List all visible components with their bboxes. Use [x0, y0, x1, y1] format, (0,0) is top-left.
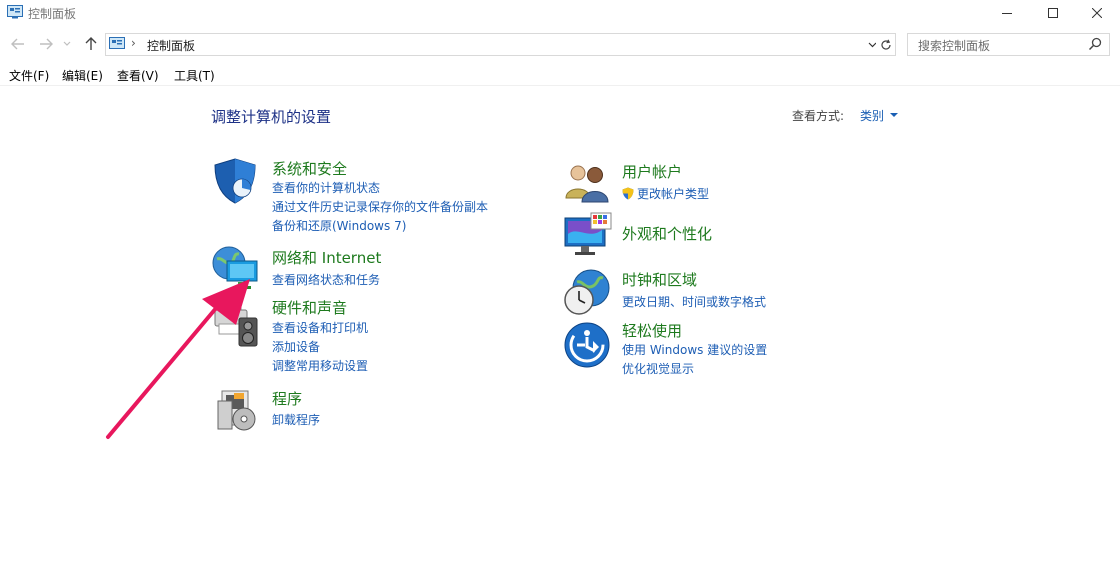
menu-edit[interactable]: 编辑(E): [62, 67, 103, 84]
category-clock-region[interactable]: 时钟和区域: [622, 269, 697, 290]
category-system-security[interactable]: 系统和安全: [272, 158, 347, 179]
close-button[interactable]: [1074, 0, 1120, 26]
arrow-right-icon: [40, 38, 53, 50]
control-panel-icon: [109, 37, 125, 54]
shield-icon[interactable]: [211, 157, 259, 205]
ease-of-access-icon[interactable]: [563, 321, 611, 369]
view-by-label: 查看方式:: [792, 109, 845, 123]
annotation-arrow: [106, 279, 250, 439]
recent-locations-button[interactable]: [60, 34, 74, 54]
link-change-date-time-format[interactable]: 更改日期、时间或数字格式: [622, 293, 766, 310]
maximize-button[interactable]: [1030, 0, 1076, 26]
category-programs[interactable]: 程序: [272, 388, 302, 409]
arrow-up-icon: [85, 37, 97, 50]
link-file-history[interactable]: 通过文件历史记录保存你的文件备份副本: [272, 198, 488, 215]
menu-tools[interactable]: 工具(T): [174, 67, 215, 84]
view-by-dropdown[interactable]: 类别: [860, 107, 884, 124]
clock-globe-icon[interactable]: [563, 268, 611, 316]
link-mobility-settings[interactable]: 调整常用移动设置: [272, 357, 368, 374]
link-optimize-visual-display[interactable]: 优化视觉显示: [622, 360, 694, 377]
uac-shield-icon: [622, 187, 634, 200]
search-icon[interactable]: [1088, 37, 1102, 54]
up-button[interactable]: [81, 34, 101, 54]
refresh-icon: [880, 39, 891, 50]
link-change-account-type-label: 更改帐户类型: [637, 187, 710, 201]
link-change-account-type[interactable]: 更改帐户类型: [622, 185, 709, 202]
category-hardware-sound[interactable]: 硬件和声音: [272, 297, 347, 318]
back-button[interactable]: [8, 34, 28, 54]
link-uninstall-program[interactable]: 卸载程序: [272, 411, 320, 428]
breadcrumb-control-panel[interactable]: 控制面板: [147, 37, 195, 54]
appearance-monitor-icon[interactable]: [563, 212, 612, 260]
window-title: 控制面板: [28, 7, 77, 21]
page-title: 调整计算机的设置: [211, 108, 332, 126]
caret-down-icon[interactable]: [890, 113, 898, 117]
link-network-status[interactable]: 查看网络状态和任务: [272, 271, 380, 288]
forward-button[interactable]: [36, 34, 56, 54]
category-user-accounts[interactable]: 用户帐户: [622, 161, 682, 182]
breadcrumb-separator: ›: [131, 36, 136, 50]
address-bar[interactable]: › 控制面板: [105, 33, 880, 56]
navigation-bar: › 控制面板 搜索控制面板: [0, 30, 1120, 58]
search-box[interactable]: 搜索控制面板: [907, 33, 1110, 56]
user-accounts-icon[interactable]: [563, 160, 611, 208]
search-input[interactable]: 搜索控制面板: [918, 37, 990, 54]
menu-file[interactable]: 文件(F): [9, 67, 49, 84]
link-add-device[interactable]: 添加设备: [272, 338, 320, 355]
category-network-internet[interactable]: 网络和 Internet: [272, 247, 381, 268]
refresh-button[interactable]: [876, 33, 896, 56]
link-backup-restore[interactable]: 备份和还原(Windows 7): [272, 217, 406, 234]
link-devices-printers[interactable]: 查看设备和打印机: [272, 319, 368, 336]
category-appearance[interactable]: 外观和个性化: [622, 223, 712, 244]
link-view-computer-status[interactable]: 查看你的计算机状态: [272, 179, 380, 196]
title-bar: 控制面板: [0, 0, 1120, 26]
category-ease-of-access[interactable]: 轻松使用: [622, 320, 682, 341]
arrow-left-icon: [11, 38, 24, 50]
minimize-button[interactable]: [984, 0, 1030, 26]
link-windows-recommended-settings[interactable]: 使用 Windows 建议的设置: [622, 341, 767, 358]
control-panel-icon: [7, 5, 23, 22]
menu-view[interactable]: 查看(V): [117, 67, 159, 84]
menu-bar: 文件(F) 编辑(E) 查看(V) 工具(T): [0, 64, 1120, 86]
chevron-down-icon: [63, 41, 71, 46]
